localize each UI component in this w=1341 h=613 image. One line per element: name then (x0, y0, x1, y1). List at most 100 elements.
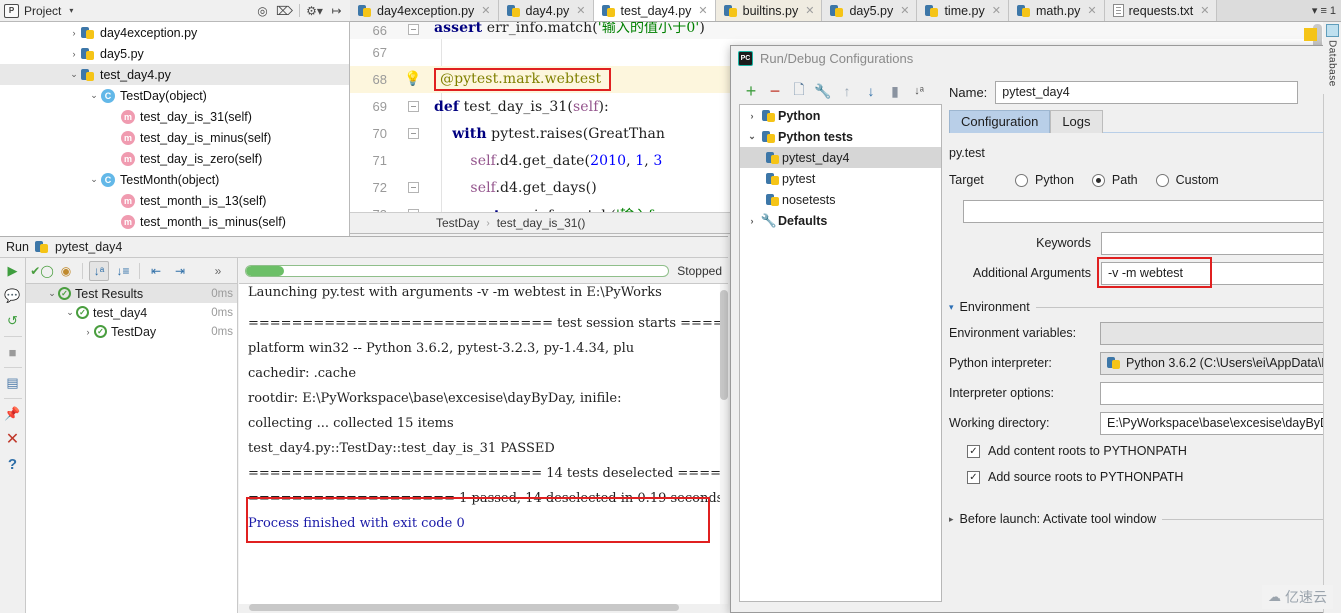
sort-icon[interactable]: ↓ᵃ (911, 83, 927, 99)
target-path-row[interactable] (949, 195, 1341, 228)
close-icon[interactable]: ✕ (805, 4, 814, 17)
tree-item[interactable]: m test_month_is_13(self) (0, 190, 349, 211)
close-icon[interactable]: ✕ (1087, 4, 1096, 17)
environment-variables-input[interactable] (1100, 321, 1341, 345)
config-item-nosetests[interactable]: nosetests (740, 189, 941, 210)
tree-item[interactable]: › day4exception.py (0, 22, 349, 43)
run-left-toolbar[interactable]: ▶ 💬 ↺ ■ ▤ 📌 ✕ ? (0, 258, 26, 613)
tree-twisty[interactable]: ⌄ (88, 90, 100, 101)
tree-item[interactable]: m test_month_is_minus(self) (0, 211, 349, 232)
editor-tabbar[interactable]: day4exception.py ✕ day4.py ✕ test_day4.p… (350, 0, 1341, 22)
config-item-pytest-day4[interactable]: pytest_day4 (740, 147, 941, 168)
code-line[interactable]: 66 assert err_info.match('输入的值小于0') (350, 22, 1323, 39)
gutter[interactable] (396, 201, 434, 212)
tab-math[interactable]: math.py ✕ (1008, 0, 1105, 21)
gutter[interactable] (396, 147, 434, 174)
environment-group-header[interactable]: ▾ Environment (949, 300, 1341, 314)
close-icon[interactable]: ✕ (576, 4, 585, 17)
tab-configuration[interactable]: Configuration (949, 110, 1051, 133)
add-source-roots-row[interactable]: ✓ Add source roots to PYTHONPATH (949, 464, 1341, 490)
add-content-roots-label[interactable]: Add content roots to PYTHONPATH (988, 444, 1187, 458)
remove-icon[interactable]: − (767, 81, 783, 101)
comment-icon[interactable]: 💬 (3, 286, 23, 306)
layout-icon[interactable]: ▤ (3, 373, 23, 393)
target-icon[interactable]: ◎ (255, 3, 270, 18)
more-icon[interactable]: » (208, 261, 228, 281)
dialog-tabs[interactable]: Configuration Logs (949, 110, 1341, 133)
python-interpreter-input[interactable]: Python 3.6.2 (C:\Users\ei\AppData\Lo (1100, 351, 1341, 375)
pin-icon[interactable]: 📌 (3, 404, 23, 424)
gutter[interactable]: 💡 (396, 66, 434, 93)
keywords-row[interactable]: Keywords (949, 228, 1341, 258)
tab-list-icon[interactable]: ≡ (1320, 5, 1326, 17)
tree-twisty[interactable]: › (744, 216, 760, 226)
chevron-down-icon[interactable]: ▾ (949, 302, 954, 313)
breadcrumb-class[interactable]: TestDay (436, 216, 479, 230)
breadcrumb-method[interactable]: test_day_is_31() (497, 216, 586, 230)
tabbar-overflow[interactable]: ▾ ≡ 1 (1306, 0, 1341, 21)
tree-item[interactable]: m test_day_is_minus(self) (0, 127, 349, 148)
radio-target-path[interactable] (1091, 173, 1105, 187)
intention-bulb-icon[interactable]: 💡 (404, 71, 421, 87)
working-directory-row[interactable]: Working directory: E:\PyWorkspace\base\e… (949, 408, 1341, 438)
target-path-input[interactable] (963, 200, 1341, 223)
tree-twisty[interactable]: › (744, 111, 760, 121)
expand-all-icon[interactable]: ⇤ (146, 261, 166, 281)
gear-icon[interactable]: ⚙▾ (306, 3, 323, 18)
tree-item-test-day4[interactable]: ⌄ test_day4.py (0, 64, 349, 85)
console-scrollbar[interactable] (720, 284, 728, 604)
chevron-right-icon[interactable]: ▸ (949, 514, 954, 525)
radio-label-python[interactable]: Python (1035, 173, 1074, 187)
test-tree-row[interactable]: › ✓ TestDay 0ms (26, 322, 237, 341)
tab-day4[interactable]: day4.py ✕ (498, 0, 594, 21)
collapse-all-icon[interactable]: ⇥ (170, 261, 190, 281)
run-console-output[interactable]: Launching py.test with arguments -v -m w… (239, 284, 728, 604)
gutter[interactable] (396, 39, 434, 66)
tab-builtins[interactable]: builtins.py ✕ (715, 0, 823, 21)
target-row[interactable]: Target Python Path Custom (949, 165, 1341, 195)
gutter[interactable] (396, 22, 434, 39)
tab-day4exception[interactable]: day4exception.py ✕ (350, 0, 499, 21)
config-group-defaults[interactable]: › 🔧 Defaults (740, 210, 941, 231)
show-passed-icon[interactable]: ✔◯ (30, 261, 53, 281)
hide-icon[interactable]: ↦ (329, 3, 344, 18)
dialog-toolbar[interactable]: + − 🗋 🔧 ↑ ↓ ▮ ↓ᵃ (739, 78, 939, 104)
tree-item[interactable]: m test_day_is_zero(self) (0, 148, 349, 169)
sidebar-item-database[interactable]: Database (1323, 22, 1341, 94)
tree-twisty[interactable]: ⌄ (64, 307, 76, 318)
before-launch-header[interactable]: ▸ Before launch: Activate tool window (949, 512, 1341, 526)
help-icon[interactable]: ? (3, 454, 23, 474)
dialog-right-pane[interactable]: Name: pytest_day4 Configuration Logs py.… (949, 78, 1341, 526)
run-debug-configurations-dialog[interactable]: PC Run/Debug Configurations + − 🗋 🔧 ↑ ↓ … (730, 45, 1341, 613)
tab-time[interactable]: time.py ✕ (917, 0, 1009, 21)
console-hscrollbar[interactable] (239, 604, 728, 613)
close-icon[interactable]: ✕ (481, 4, 490, 17)
close-icon[interactable]: ✕ (3, 429, 23, 449)
tab-requests-txt[interactable]: requests.txt ✕ (1104, 0, 1218, 21)
radio-label-custom[interactable]: Custom (1176, 173, 1219, 187)
test-results-tree[interactable]: ⌄ ✓ Test Results 0ms ⌄ ✓ test_day4 0ms ›… (26, 284, 238, 613)
tree-twisty[interactable]: › (68, 28, 80, 38)
stop-icon[interactable]: ■ (3, 342, 23, 362)
tree-item[interactable]: › day5.py (0, 43, 349, 64)
tree-twisty[interactable]: ⌄ (88, 174, 100, 185)
interpreter-options-input[interactable] (1100, 381, 1341, 405)
chevron-down-icon[interactable]: ▾ (1312, 4, 1318, 17)
tree-twisty[interactable]: › (82, 327, 94, 337)
folder-icon[interactable]: ▮ (887, 83, 903, 99)
edit-defaults-icon[interactable]: 🔧 (814, 83, 831, 99)
tree-item[interactable]: ⌄ C TestDay(object) (0, 85, 349, 106)
move-up-icon[interactable]: ↑ (839, 83, 855, 99)
tab-test-day4[interactable]: test_day4.py ✕ (593, 0, 716, 21)
tree-item[interactable]: m test_day_is_31(self) (0, 106, 349, 127)
project-tree[interactable]: › day4exception.py › day5.py ⌄ test_day4… (0, 22, 350, 236)
sort-alpha-icon[interactable]: ↓ᵃ (89, 260, 109, 281)
radio-target-custom[interactable] (1155, 173, 1169, 187)
gutter[interactable] (396, 174, 434, 201)
config-item-pytest[interactable]: pytest (740, 168, 941, 189)
copy-icon[interactable]: 🗋 (791, 81, 807, 99)
test-results-toolbar[interactable]: ✔◯ ◉ ↓ᵃ ↓≡ ⇤ ⇥ » (26, 258, 238, 284)
checkbox-add-source-roots[interactable]: ✓ (967, 470, 980, 484)
close-icon[interactable]: ✕ (992, 4, 1001, 17)
close-icon[interactable]: ✕ (1200, 4, 1209, 17)
